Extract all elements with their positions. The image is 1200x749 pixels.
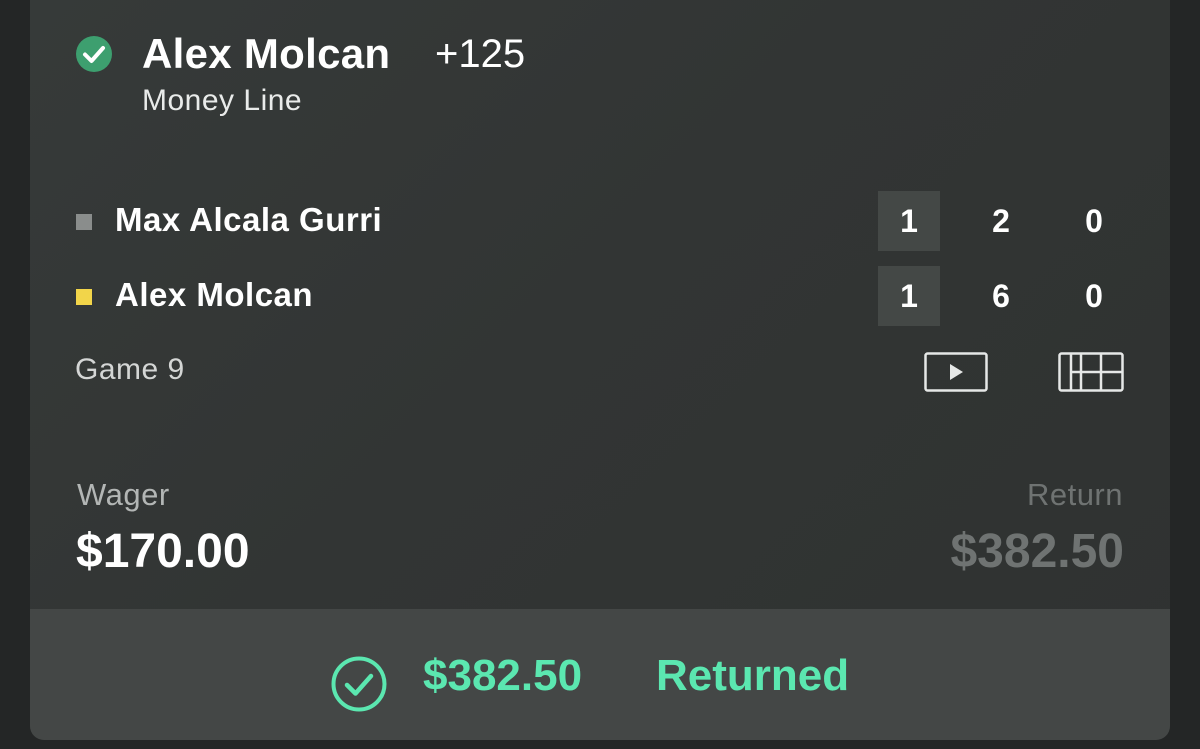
bet-card[interactable]: Alex Molcan +125 Money Line Max Alcala G… bbox=[30, 0, 1170, 740]
set-score: 0 bbox=[1085, 203, 1103, 239]
play-video-icon[interactable] bbox=[924, 352, 988, 392]
player-name: Alex Molcan bbox=[115, 276, 314, 313]
player-marker bbox=[76, 214, 92, 230]
player-name: Max Alcala Gurri bbox=[115, 201, 383, 238]
returned-amount: $382.50 bbox=[423, 651, 583, 700]
player-row-2: Alex Molcan 1 6 0 bbox=[30, 266, 1170, 326]
set-score: 0 bbox=[1085, 278, 1103, 314]
bet-selection-name: Alex Molcan bbox=[142, 30, 391, 77]
player-row-1: Max Alcala Gurri 1 2 0 bbox=[30, 191, 1170, 251]
scoreboard-grid-icon[interactable] bbox=[1058, 352, 1124, 392]
set-score: 1 bbox=[878, 191, 940, 251]
check-circle-icon bbox=[76, 36, 112, 72]
set-score: 2 bbox=[992, 203, 1010, 239]
set-score: 1 bbox=[878, 266, 940, 326]
returned-label: Returned bbox=[656, 651, 850, 700]
wager-label: Wager bbox=[77, 477, 170, 512]
bet-market-type: Money Line bbox=[142, 84, 303, 117]
return-label: Return bbox=[1026, 477, 1123, 512]
player-marker bbox=[76, 289, 92, 305]
check-circle-icon bbox=[331, 656, 387, 712]
bet-odds: +125 bbox=[435, 32, 526, 76]
return-amount: $382.50 bbox=[950, 525, 1124, 578]
returned-banner: $382.50 Returned bbox=[30, 609, 1170, 740]
match-status: Game 9 bbox=[75, 353, 185, 386]
set-score: 6 bbox=[992, 278, 1010, 314]
wager-amount: $170.00 bbox=[76, 525, 250, 578]
